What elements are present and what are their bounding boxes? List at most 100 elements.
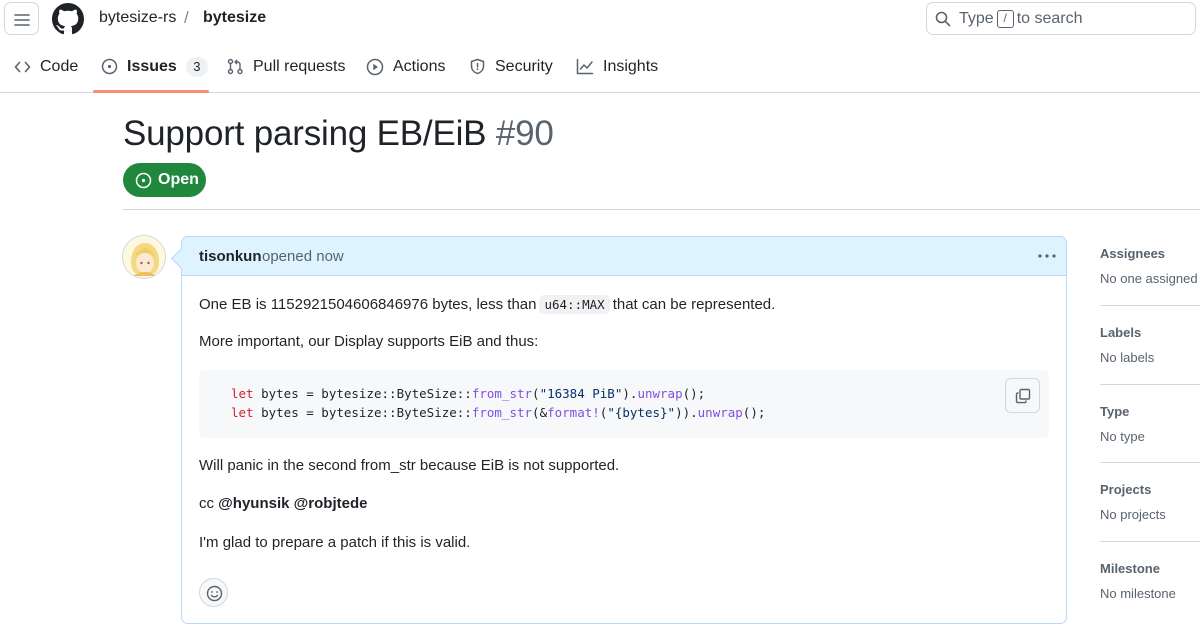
sidebar-type[interactable]: Type No type [1100,404,1200,444]
hamburger-icon [14,14,30,26]
sidebar-divider [1100,462,1200,463]
code-keyword: let [231,386,254,401]
search-prefix: Type [959,10,994,27]
tab-label: Security [495,57,553,75]
tab-label: Code [40,57,79,75]
code-text: bytes = bytesize::ByteSize:: [253,386,472,401]
paragraph-text: cc [199,495,214,512]
code-text: ( [532,386,540,401]
code-function: from_str [471,386,533,401]
play-icon [366,58,384,75]
copy-code-button[interactable] [1005,378,1040,413]
sidebar-divider [1100,384,1200,385]
comment-paragraph-2: More important, our Display supports EiB… [199,333,539,350]
code-text: bytes = bytesize::ByteSize:: [253,405,472,420]
search-input[interactable]: Type / to search [926,2,1196,35]
sidebar-value: No type [1100,429,1145,444]
comment-header: tisonkun opened now [182,237,1066,276]
sidebar-divider [1100,541,1200,542]
selected-tab-indicator [93,90,209,93]
smiley-icon [206,585,223,602]
code-block: let bytes = bytesize::ByteSize::from_str… [199,370,1049,438]
tab-actions[interactable]: Actions [366,40,445,93]
tab-security[interactable]: Security [469,40,553,93]
sidebar-heading: Labels [1100,325,1142,340]
avatar[interactable] [122,235,166,279]
search-icon [935,11,951,27]
code-macro: format! [547,405,600,420]
code-line-1: let bytes = bytesize::ByteSize::from_str… [231,386,705,401]
graph-icon [576,58,594,75]
issues-count-badge: 3 [185,56,208,77]
comment-paragraph-3: Will panic in the second from_str becaus… [199,457,620,474]
code-text: ). [622,386,638,401]
tab-pull-requests[interactable]: Pull requests [227,40,346,93]
issue-title-text: Support parsing EB/EiB [123,114,487,153]
search-shortcut-key: / [996,10,1014,28]
global-header: bytesize-rs / bytesize Type / to search [0,0,1200,40]
sidebar-projects[interactable]: Projects No projects [1100,482,1200,522]
sidebar-heading: Type [1100,404,1130,419]
menu-button[interactable] [4,2,39,35]
inline-code: u64::MAX [539,295,610,314]
tab-label: Actions [393,57,446,75]
breadcrumb-repo[interactable]: bytesize [203,9,266,27]
comment-paragraph-1: One EB is 1152921504606846976 bytes, les… [199,295,775,314]
code-string: "16384 PiB" [539,386,623,401]
code-text: (); [742,405,766,420]
add-reaction-button[interactable] [199,578,228,607]
tab-label: Issues [127,57,177,75]
comment-paragraph-5: I'm glad to prepare a patch if this is v… [199,534,471,551]
code-text: (); [682,386,706,401]
breadcrumb-separator: / [184,8,189,27]
code-text: )). [675,405,698,420]
kebab-menu-icon[interactable] [1036,248,1058,264]
comment-author[interactable]: tisonkun [199,248,262,265]
github-logo-icon[interactable] [52,3,84,35]
sidebar-milestone[interactable]: Milestone No milestone [1100,561,1200,601]
breadcrumb-owner[interactable]: bytesize-rs [99,9,176,27]
comment-timestamp[interactable]: opened now [262,248,344,265]
tab-label: Pull requests [253,57,346,75]
code-function: unwrap [637,386,683,401]
search-suffix: to search [1016,10,1083,27]
search-placeholder: Type / to search [959,10,1083,28]
issue-state-badge: Open [123,163,206,197]
code-icon [14,61,31,72]
shield-icon [470,58,485,75]
sidebar-heading: Projects [1100,482,1152,497]
header-divider [123,209,1200,210]
issue-opened-icon [101,58,118,75]
user-avatar-image [123,236,165,278]
code-line-2: let bytes = bytesize::ByteSize::from_str… [231,405,765,420]
tab-label: Insights [603,57,659,75]
sidebar-value: No projects [1100,507,1166,522]
issue-comment: tisonkun opened now One EB is 1152921504… [181,236,1067,624]
sidebar-value: No labels [1100,350,1155,365]
sidebar-value: No one assigned [1100,271,1198,286]
user-mention[interactable]: @robjtede [294,495,368,512]
sidebar-heading: Assignees [1100,246,1166,261]
issue-opened-icon [135,172,152,188]
sidebar-labels[interactable]: Labels No labels [1100,325,1200,365]
repo-nav: Code Issues 3 Pull requests Actions Secu… [0,40,1200,93]
sidebar-divider [1100,305,1200,306]
code-keyword: let [231,405,254,420]
tab-issues[interactable]: Issues 3 [101,40,208,93]
tab-insights[interactable]: Insights [576,40,658,93]
user-mention[interactable]: @hyunsik [218,495,289,512]
code-function: from_str [471,405,533,420]
issue-number: #90 [495,114,554,153]
sidebar-assignees[interactable]: Assignees No one assigned [1100,246,1200,286]
sidebar-value: No milestone [1100,586,1176,601]
code-string: "{bytes}" [607,405,676,420]
paragraph-text: One EB is 1152921504606846976 bytes, les… [199,296,537,313]
paragraph-text: that can be represented. [612,296,776,313]
code-text: (& [532,405,548,420]
copy-icon [1015,388,1031,404]
tab-code[interactable]: Code [14,40,78,93]
sidebar-heading: Milestone [1100,561,1160,576]
code-function: unwrap [697,405,743,420]
git-pull-request-icon [227,58,243,75]
issue-state-label: Open [158,171,199,188]
